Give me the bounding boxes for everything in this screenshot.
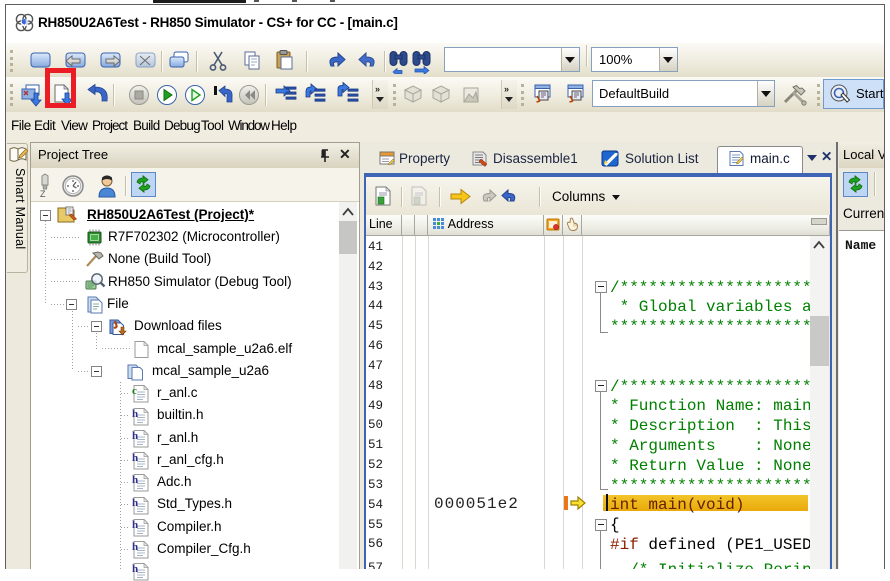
svg-text:Z: Z [40, 189, 46, 199]
